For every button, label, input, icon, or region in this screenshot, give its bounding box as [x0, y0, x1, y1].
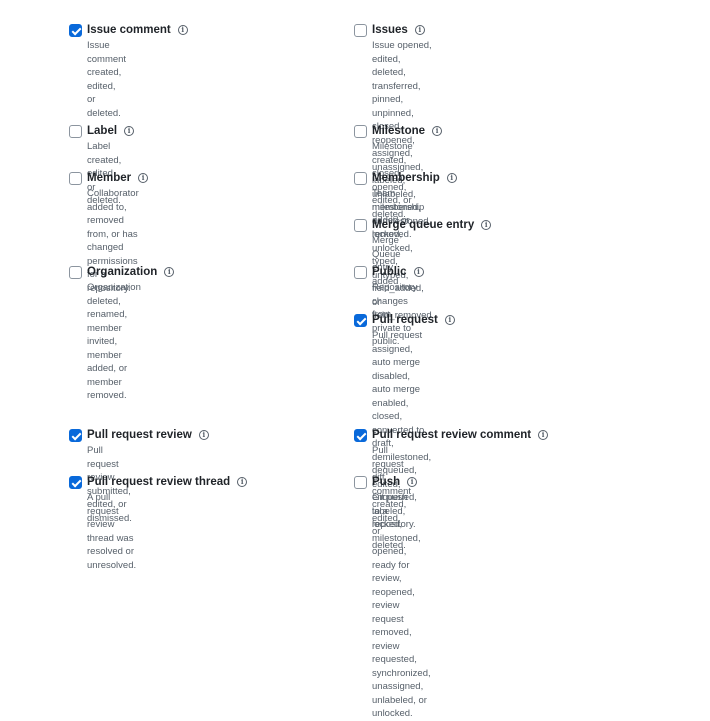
pull-request-checkbox[interactable] [354, 314, 367, 327]
info-icon[interactable]: i [444, 315, 455, 325]
description-line: Issue comment created, edited, or delete… [87, 40, 127, 119]
description-line: added, or member removed. [87, 363, 128, 401]
merge-queue-entry-title[interactable]: Merge queue entry [372, 216, 474, 234]
pull-request-review-thread-label-row: Pull request review thread i [87, 473, 248, 491]
pull-request-review-checkbox[interactable] [69, 429, 82, 442]
label-title[interactable]: Label [87, 122, 117, 140]
info-icon[interactable]: i [538, 430, 549, 440]
info-icon[interactable]: i [198, 430, 209, 440]
milestone-title[interactable]: Milestone [372, 122, 425, 140]
info-icon[interactable]: i [164, 267, 175, 277]
info-icon[interactable]: i [177, 25, 188, 35]
label-label-row: Label i [87, 122, 135, 140]
pull-request-review-comment-title[interactable]: Pull request review comment [372, 426, 531, 444]
pull-request-review-comment-checkbox[interactable] [354, 429, 367, 442]
milestone-label-row: Milestone i [372, 122, 443, 140]
description-line: Issue opened, edited, deleted, transferr… [372, 40, 432, 105]
member-title[interactable]: Member [87, 169, 131, 187]
description-line: A pull request review thread was resolve… [87, 492, 137, 571]
issue-comment-label-row: Issue comment i [87, 21, 188, 39]
membership-checkbox[interactable] [354, 172, 367, 185]
organization-title[interactable]: Organization [87, 263, 157, 281]
pull-request-review-comment-label-row: Pull request review comment i [372, 426, 549, 444]
push-checkbox[interactable] [354, 476, 367, 489]
pull-request-title[interactable]: Pull request [372, 311, 438, 329]
membership-title[interactable]: Membership [372, 169, 440, 187]
issues-title[interactable]: Issues [372, 21, 408, 39]
description-line: Organization deleted, renamed, member in… [87, 282, 141, 361]
milestone-checkbox[interactable] [354, 125, 367, 138]
public-label-row: Public i [372, 263, 424, 281]
issue-comment-description: Issue comment created, edited, or delete… [87, 39, 126, 120]
description-line: unassigned, unlabeled, or unlocked. [372, 681, 427, 719]
public-checkbox[interactable] [354, 266, 367, 279]
member-checkbox[interactable] [69, 172, 82, 185]
info-icon[interactable]: i [432, 126, 443, 136]
info-icon[interactable]: i [481, 220, 492, 230]
info-icon[interactable]: i [413, 267, 424, 277]
pull-request-review-title[interactable]: Pull request review [87, 426, 192, 444]
push-description: Git push to a repository. [372, 491, 416, 532]
member-label-row: Member i [87, 169, 149, 187]
description-line: Pull request assigned, auto merge disabl… [372, 330, 423, 395]
info-icon[interactable]: i [124, 126, 135, 136]
push-title[interactable]: Push [372, 473, 400, 491]
merge-queue-entry-checkbox[interactable] [354, 219, 367, 232]
pull-request-review-thread-description: A pull request review thread was resolve… [87, 491, 136, 572]
issues-checkbox[interactable] [354, 24, 367, 37]
organization-description: Organization deleted, renamed, member in… [87, 281, 141, 403]
info-icon[interactable]: i [237, 477, 248, 487]
description-line: Git push to a repository. [372, 492, 416, 530]
label-checkbox[interactable] [69, 125, 82, 138]
push-label-row: Push i [372, 473, 418, 491]
organization-label-row: Organization i [87, 263, 175, 281]
membership-label-row: Membership i [372, 169, 457, 187]
pull-request-label-row: Pull request i [372, 311, 455, 329]
info-icon[interactable]: i [138, 173, 149, 183]
issue-comment-title[interactable]: Issue comment [87, 21, 171, 39]
pull-request-review-thread-checkbox[interactable] [69, 476, 82, 489]
merge-queue-entry-label-row: Merge queue entry i [372, 216, 492, 234]
description-line: request removed, review requested, synch… [372, 613, 431, 679]
public-title[interactable]: Public [372, 263, 407, 281]
info-icon[interactable]: i [414, 25, 425, 35]
info-icon[interactable]: i [446, 173, 457, 183]
info-icon[interactable]: i [407, 477, 418, 487]
pull-request-review-thread-title[interactable]: Pull request review thread [87, 473, 230, 491]
issue-comment-checkbox[interactable] [69, 24, 82, 37]
organization-checkbox[interactable] [69, 266, 82, 279]
description-line: Collaborator added to, removed from, or … [87, 188, 139, 253]
pull-request-review-label-row: Pull request review i [87, 426, 209, 444]
issues-label-row: Issues i [372, 21, 425, 39]
